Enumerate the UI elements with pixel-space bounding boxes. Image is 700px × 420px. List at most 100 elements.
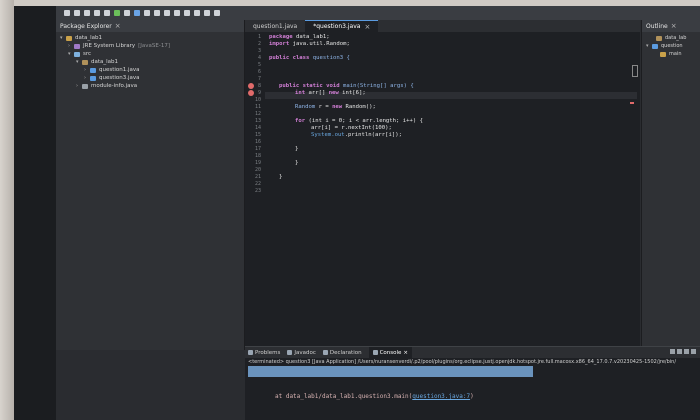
code-text-area[interactable]: package data_lab1; import java.util.Rand… — [265, 32, 637, 350]
project-tree: ▾ data_lab1 › JRE System Library [JavaSE… — [56, 32, 244, 90]
overview-ruler[interactable] — [632, 65, 638, 77]
declaration-icon — [322, 350, 328, 355]
coverage-icon[interactable] — [124, 10, 130, 16]
outline-item-label: question — [661, 43, 683, 49]
line-number: 4 — [257, 55, 261, 61]
close-icon[interactable]: × — [364, 23, 370, 31]
keyword-token: int — [295, 90, 306, 96]
java-file-icon — [90, 67, 96, 73]
code-token: arr[] — [305, 90, 329, 96]
tab-declaration[interactable]: Declaration — [322, 350, 362, 356]
method-icon — [660, 51, 666, 57]
save-all-icon[interactable] — [84, 10, 90, 16]
tab-console[interactable]: Console × — [368, 347, 413, 358]
line-number: 11 — [254, 104, 261, 110]
trace-link[interactable]: question3.java:7 — [412, 393, 470, 400]
remove-launch-icon[interactable] — [677, 349, 682, 354]
trace-text: ) — [470, 393, 474, 400]
scroll-lock-icon[interactable] — [684, 349, 689, 354]
tab-question1[interactable]: question1.java — [245, 20, 305, 32]
line-number: 22 — [254, 181, 261, 187]
stack-trace-line: at data_lab1/data_lab1.question3.main(qu… — [275, 393, 474, 400]
tab-package-explorer[interactable]: Package Explorer × — [60, 22, 121, 30]
code-line: } — [295, 146, 299, 152]
tree-item-jre[interactable]: › JRE System Library [JavaSE-17] — [60, 42, 244, 50]
tab-outline[interactable]: Outline × — [646, 22, 677, 30]
new-java-project-icon[interactable] — [134, 10, 140, 16]
class-icon — [652, 43, 658, 49]
open-type-icon[interactable] — [164, 10, 170, 16]
breakpoint-icon[interactable] — [248, 83, 254, 89]
tree-item-question3[interactable]: › question3.java — [60, 74, 244, 82]
line-number: 5 — [257, 62, 261, 68]
search-icon[interactable] — [174, 10, 180, 16]
outline-item[interactable]: data_lab — [646, 34, 700, 42]
code-token: r = — [315, 104, 333, 110]
tree-item-src[interactable]: ▾ src — [60, 50, 244, 58]
error-marker-icon[interactable] — [248, 90, 254, 96]
tree-item-label: data_lab1 — [91, 59, 119, 65]
console-icon — [372, 350, 378, 355]
back-icon[interactable] — [204, 10, 210, 16]
new-package-icon[interactable] — [144, 10, 150, 16]
pin-console-icon[interactable] — [691, 349, 696, 354]
print-icon[interactable] — [94, 10, 100, 16]
line-number: 7 — [257, 76, 261, 82]
run-icon[interactable] — [114, 10, 120, 16]
java-file-icon — [90, 75, 96, 81]
code-token: data_lab1; — [292, 34, 330, 40]
error-ruler-marker[interactable] — [630, 102, 634, 104]
keyword-token: package — [269, 34, 293, 40]
close-icon[interactable]: × — [115, 22, 121, 30]
clear-console-icon[interactable] — [670, 349, 675, 354]
eclipse-window: Package Explorer × ▾ data_lab1 › JRE Sys… — [56, 6, 700, 420]
code-token: Random(); — [342, 104, 376, 110]
close-icon[interactable]: × — [671, 22, 677, 30]
keyword-token: import — [269, 41, 290, 47]
line-number: 23 — [254, 188, 261, 194]
tab-javadoc[interactable]: Javadoc — [287, 350, 316, 356]
code-token: java.util.Random; — [289, 41, 350, 47]
console-panel: Problems Javadoc Declaration Console × <t… — [245, 346, 700, 420]
line-number: 20 — [254, 167, 261, 173]
line-number: 3 — [257, 48, 261, 54]
tab-label: Console — [379, 349, 402, 356]
close-icon[interactable]: × — [403, 350, 408, 356]
new-class-icon[interactable] — [154, 10, 160, 16]
keyword-token: new — [332, 104, 343, 110]
tree-item-package[interactable]: ▾ data_lab1 — [60, 58, 244, 66]
debug-icon[interactable] — [104, 10, 110, 16]
tab-label: question1.java — [253, 22, 298, 30]
console-status-line: <terminated> question3 [Java Application… — [248, 359, 677, 365]
line-number: 18 — [254, 153, 261, 159]
editor-tabbar: question1.java *question3.java × — [245, 20, 640, 32]
tab-label: Javadoc — [294, 349, 316, 356]
code-token: System.out — [311, 132, 345, 138]
outline-item[interactable]: main — [646, 50, 700, 58]
tree-item-question1[interactable]: › question1.java — [60, 66, 244, 74]
code-token: .println(arr[i]); — [344, 132, 402, 138]
tree-item-project[interactable]: ▾ data_lab1 — [60, 34, 244, 42]
outline-tree: data_lab ▾ question main — [642, 32, 700, 58]
outline-item[interactable]: ▾ question — [646, 42, 700, 50]
tab-label: *question3.java — [313, 23, 361, 30]
project-icon — [66, 35, 72, 41]
keyword-token: new — [328, 90, 339, 96]
line-number: 16 — [254, 139, 261, 145]
code-line: int arr[] new int[6]; — [295, 90, 366, 96]
type-token: Random — [295, 104, 316, 110]
outline-view: Outline × data_lab ▾ question main — [641, 20, 700, 350]
package-icon — [82, 59, 88, 65]
tree-item-module-info[interactable]: › module-info.java — [60, 82, 244, 90]
new-icon[interactable] — [64, 10, 70, 16]
prev-annotation-icon[interactable] — [184, 10, 190, 16]
library-icon — [74, 43, 80, 49]
line-number: 12 — [254, 111, 261, 117]
forward-icon[interactable] — [214, 10, 220, 16]
tab-question3[interactable]: *question3.java × — [305, 20, 379, 32]
package-explorer-label: Package Explorer — [60, 22, 112, 30]
next-annotation-icon[interactable] — [194, 10, 200, 16]
tab-problems[interactable]: Problems — [248, 350, 280, 356]
code-line: } — [279, 174, 283, 180]
save-icon[interactable] — [74, 10, 80, 16]
